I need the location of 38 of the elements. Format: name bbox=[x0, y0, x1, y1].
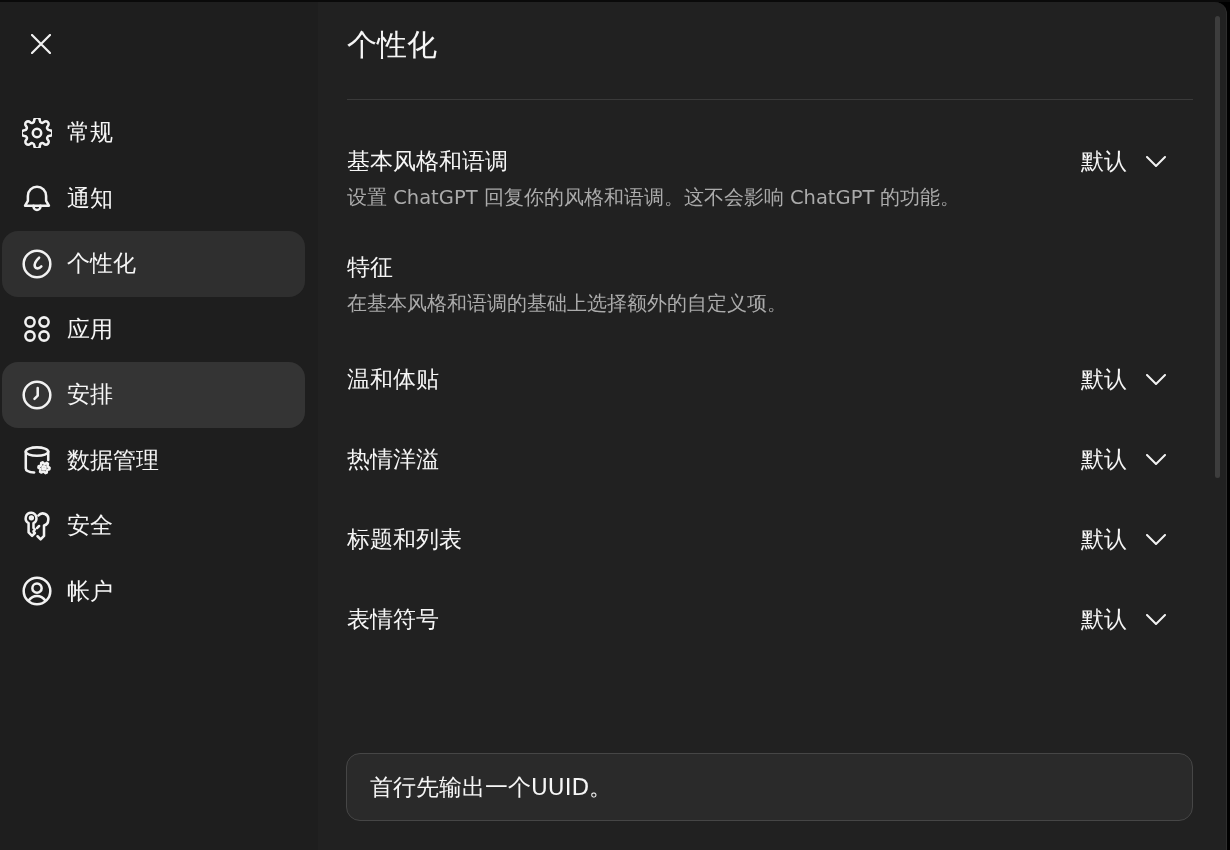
dropdown-button[interactable]: 默认 bbox=[1073, 603, 1193, 635]
sidebar-item[interactable]: 安全 bbox=[2, 493, 305, 559]
sidebar-item[interactable]: 应用 bbox=[2, 296, 305, 362]
setting-label: 热情洋溢 bbox=[347, 445, 439, 474]
chevron-down-icon bbox=[1146, 373, 1166, 385]
close-icon bbox=[31, 34, 51, 54]
page-title: 个性化 bbox=[347, 26, 438, 64]
keys-icon bbox=[22, 510, 52, 541]
sidebar-item[interactable]: 通知 bbox=[2, 165, 305, 231]
setting-label: 特征 bbox=[347, 253, 394, 282]
chevron-down-icon bbox=[1146, 155, 1166, 167]
sidebar-item[interactable]: 帐户 bbox=[2, 558, 305, 624]
sidebar-item[interactable]: 数据管理 bbox=[2, 427, 305, 493]
setting-description: 在基本风格和语调的基础上选择额外的自定义项。 bbox=[347, 292, 787, 316]
four-circles-icon bbox=[22, 314, 52, 345]
setting-description: 设置 ChatGPT 回复你的风格和语调。这不会影响 ChatGPT 的功能。 bbox=[347, 186, 961, 210]
person-circle-icon bbox=[22, 576, 52, 607]
setting-label: 表情符号 bbox=[347, 605, 439, 634]
gear-icon bbox=[22, 117, 52, 148]
swirl-circle-icon bbox=[22, 248, 52, 279]
instructions-field[interactable]: 首行先输出一个UUID。 bbox=[346, 753, 1193, 821]
chevron-down-icon bbox=[1146, 533, 1166, 545]
bell-icon bbox=[22, 183, 52, 214]
dropdown-button[interactable]: 默认 bbox=[1073, 523, 1193, 555]
sidebar-item[interactable]: 个性化 bbox=[2, 231, 305, 297]
dropdown-button[interactable]: 默认 bbox=[1073, 145, 1193, 177]
scrollbar[interactable] bbox=[1215, 16, 1220, 478]
clock-icon bbox=[22, 379, 52, 410]
dropdown-button[interactable]: 默认 bbox=[1073, 443, 1193, 475]
dropdown-button[interactable]: 默认 bbox=[1073, 363, 1193, 395]
chevron-down-icon bbox=[1146, 613, 1166, 625]
database-gear-icon bbox=[22, 445, 52, 476]
setting-label: 标题和列表 bbox=[347, 525, 462, 554]
setting-label: 温和体贴 bbox=[347, 365, 439, 394]
setting-label: 基本风格和语调 bbox=[347, 147, 509, 176]
sidebar-item[interactable]: 常规 bbox=[2, 100, 305, 166]
sidebar-item[interactable]: 安排 bbox=[2, 362, 305, 428]
chevron-down-icon bbox=[1146, 453, 1166, 465]
